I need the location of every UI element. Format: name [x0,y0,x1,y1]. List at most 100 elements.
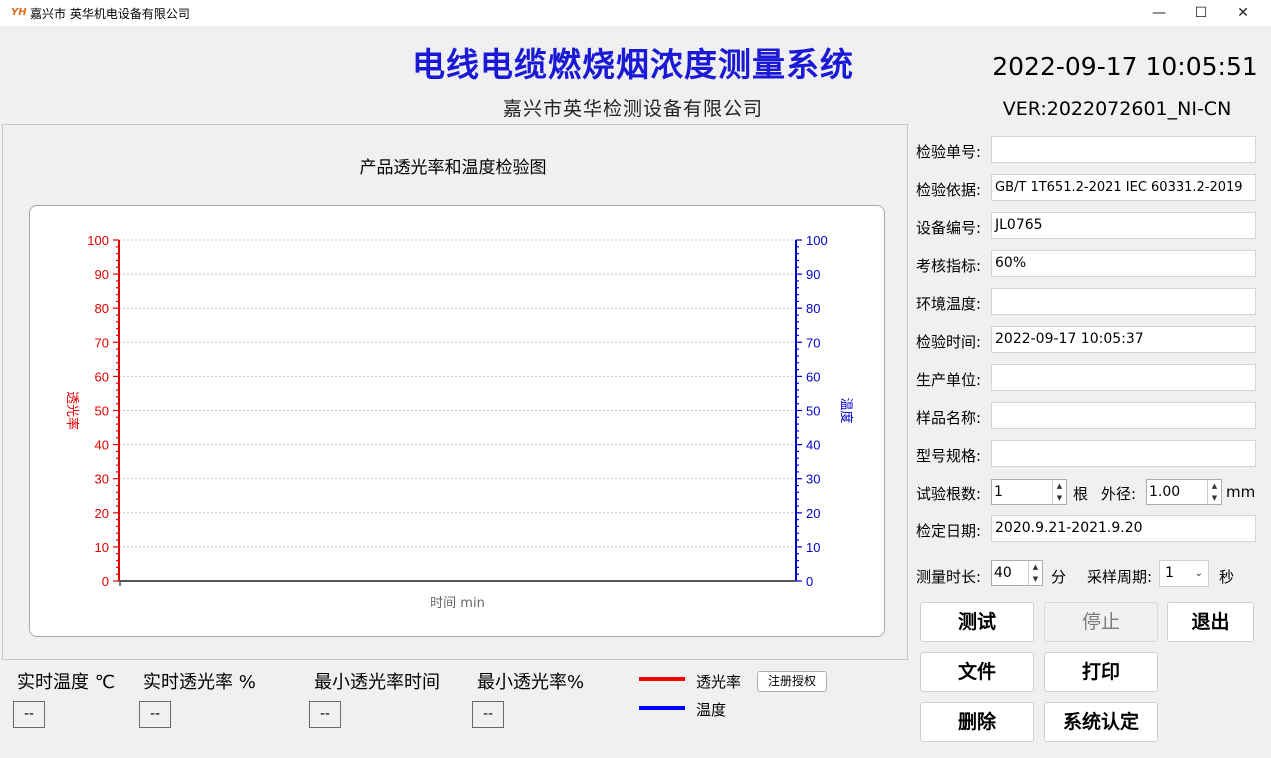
legend-temperature-label: 温度 [696,701,727,719]
sample-count-stepper[interactable]: 1 ▲ ▼ [991,479,1067,505]
sample-count-label: 试验根数: [916,485,982,503]
maximize-icon: ☐ [1194,5,1208,21]
model-spec-input[interactable] [991,440,1256,467]
duration-arrows[interactable]: ▲ ▼ [1028,561,1042,585]
y2-tick-label: 80 [806,301,820,316]
duration-unit: 分 [1051,568,1067,586]
sample-count-value: 1 [994,484,1003,500]
chart-title: 产品透光率和温度检验图 [359,158,547,178]
y-tick-label: 60 [95,369,109,384]
model-spec-label: 型号规格: [916,447,982,465]
current-datetime: 2022-09-17 10:05:51 [992,52,1258,81]
min-transmittance-time-value: -- [309,701,341,728]
realtime-transmittance-value: -- [139,701,171,728]
manufacturer-label: 生产单位: [916,371,982,389]
close-button[interactable]: ✕ [1220,0,1266,26]
sampling-period-unit: 秒 [1219,568,1235,586]
arrow-down-icon[interactable]: ▼ [1029,573,1042,585]
inspection-time-label: 检验时间: [916,333,982,351]
exit-button[interactable]: 退出 [1167,602,1254,642]
y2-tick-label: 50 [806,404,820,419]
arrow-down-icon[interactable]: ▼ [1208,492,1221,504]
y2-tick-label: 20 [806,506,820,521]
target-label: 考核指标: [916,257,982,275]
minimize-button[interactable]: — [1136,0,1182,26]
y-tick-label: 90 [95,267,109,282]
calibration-date-label: 检定日期: [916,522,982,540]
y-tick-label: 100 [87,233,109,248]
y2-tick-label: 10 [806,540,820,555]
app-logo-icon: YH [11,7,27,18]
sampling-period-label: 采样周期: [1087,568,1153,586]
y-tick-label: 40 [95,438,109,453]
minimize-icon: — [1152,5,1166,21]
ambient-temperature-label: 环境温度: [916,295,982,313]
device-no-input[interactable]: JL0765 [991,212,1256,239]
y2-axis-title: 温度 [838,397,854,423]
y2-tick-label: 90 [806,267,820,282]
manufacturer-input[interactable] [991,364,1256,391]
sample-name-input[interactable] [991,402,1256,429]
window-title: 嘉兴市 英华机电设备有限公司 [30,7,190,21]
close-icon: ✕ [1237,5,1249,21]
stop-button[interactable]: 停止 [1044,602,1158,642]
duration-label: 测量时长: [916,568,982,586]
register-button[interactable]: 注册授权 [757,671,827,692]
file-button[interactable]: 文件 [920,652,1034,692]
arrow-down-icon[interactable]: ▼ [1053,492,1066,504]
inspection-time-input[interactable]: 2022-09-17 10:05:37 [991,326,1256,353]
chart-area: 0 10 20 30 40 50 60 70 80 90 100 0 10 20 30 40 50 60 70 80 9… [29,205,885,637]
maximize-button[interactable]: ☐ [1178,0,1224,26]
arrow-up-icon[interactable]: ▲ [1208,480,1221,492]
system-certify-button[interactable]: 系统认定 [1044,702,1158,742]
sample-count-unit: 根 [1073,485,1089,503]
diameter-value: 1.00 [1149,484,1181,500]
print-button[interactable]: 打印 [1044,652,1158,692]
diameter-arrows[interactable]: ▲ ▼ [1207,480,1221,504]
diameter-label: 外径: [1101,485,1137,503]
duration-stepper[interactable]: 40 ▲ ▼ [991,560,1043,586]
chart-svg: 0 10 20 30 40 50 60 70 80 90 100 0 10 20 30 40 50 60 70 80 9… [64,233,854,611]
legend-transmittance-label: 透光率 [696,673,742,691]
standard-label: 检验依据: [916,181,982,199]
y-tick-label: 80 [95,301,109,316]
page-title: 电线电缆燃烧烟浓度测量系统 [412,45,854,84]
min-transmittance-label: 最小透光率% [477,672,585,693]
arrow-up-icon[interactable]: ▲ [1029,561,1042,573]
y2-tick-label: 0 [806,574,813,589]
sampling-period-select[interactable]: 1 ⌄ [1159,560,1209,587]
arrow-up-icon[interactable]: ▲ [1053,480,1066,492]
x-axis-title: 时间 min [430,596,485,611]
y2-tick-label: 60 [806,369,820,384]
y2-tick-label: 30 [806,472,820,487]
realtime-temperature-label: 实时温度 ℃ [17,672,115,693]
standard-input[interactable]: GB/T 1T651.2-2021 IEC 60331.2-2019 [991,174,1256,201]
diameter-stepper[interactable]: 1.00 ▲ ▼ [1146,479,1222,505]
y2-tick-label: 70 [806,335,820,350]
test-button[interactable]: 测试 [920,602,1034,642]
y-tick-label: 50 [95,404,109,419]
sample-name-label: 样品名称: [916,409,982,427]
realtime-temperature-value: -- [13,701,45,728]
y-tick-label: 30 [95,472,109,487]
realtime-transmittance-label: 实时透光率 % [143,672,256,693]
min-transmittance-time-label: 最小透光率时间 [314,672,440,693]
target-input[interactable]: 60% [991,250,1256,277]
device-no-label: 设备编号: [916,219,982,237]
company-name: 嘉兴市英华检测设备有限公司 [502,98,763,120]
y-axis-title: 透光率 [64,391,80,430]
version-label: VER:2022072601_NI-CN [1002,98,1232,120]
min-transmittance-value: -- [472,701,504,728]
ambient-temperature-input[interactable] [991,288,1256,315]
window-title-bar: YH 嘉兴市 英华机电设备有限公司 — ☐ ✕ [0,0,1271,26]
diameter-unit: mm [1226,483,1256,501]
delete-button[interactable]: 删除 [920,702,1034,742]
legend-transmittance-swatch [639,677,685,681]
inspection-no-label: 检验单号: [916,143,982,161]
legend-temperature-swatch [639,706,685,710]
y2-tick-label: 100 [806,233,828,248]
inspection-no-input[interactable] [991,136,1256,163]
sample-count-arrows[interactable]: ▲ ▼ [1052,480,1066,504]
calibration-date-input[interactable]: 2020.9.21-2021.9.20 [991,515,1256,542]
duration-value: 40 [994,565,1012,581]
